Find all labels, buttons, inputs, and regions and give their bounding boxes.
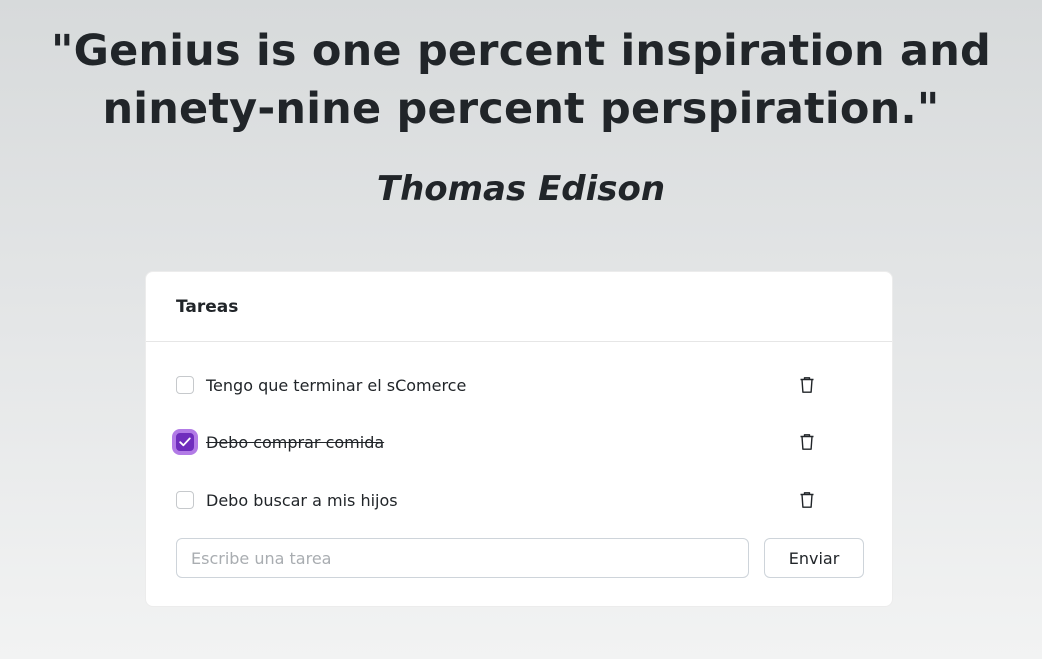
task-item: Debo buscar a mis hijos [176, 485, 836, 515]
task-checkbox[interactable] [176, 491, 194, 509]
card-title: Tareas [176, 296, 239, 317]
card-header: Tareas [146, 272, 892, 342]
trash-icon[interactable] [797, 375, 817, 395]
task-item: Debo comprar comida [176, 427, 836, 457]
check-icon [179, 437, 191, 447]
quote-author: Thomas Edison [376, 169, 666, 209]
task-item: Tengo que terminar el sComerce [176, 370, 836, 400]
tasks-card: Tareas Tengo que terminar el sComerce De… [145, 271, 893, 607]
quote-text: "Genius is one percent inspiration and n… [50, 26, 992, 134]
task-checkbox[interactable] [176, 433, 194, 451]
task-checkbox[interactable] [176, 376, 194, 394]
task-label: Tengo que terminar el sComerce [206, 375, 467, 395]
task-input[interactable] [176, 538, 749, 578]
trash-icon[interactable] [797, 432, 817, 452]
task-label: Debo buscar a mis hijos [206, 490, 398, 510]
send-button[interactable]: Enviar [764, 538, 864, 578]
trash-icon[interactable] [797, 490, 817, 510]
task-label: Debo comprar comida [206, 432, 385, 452]
